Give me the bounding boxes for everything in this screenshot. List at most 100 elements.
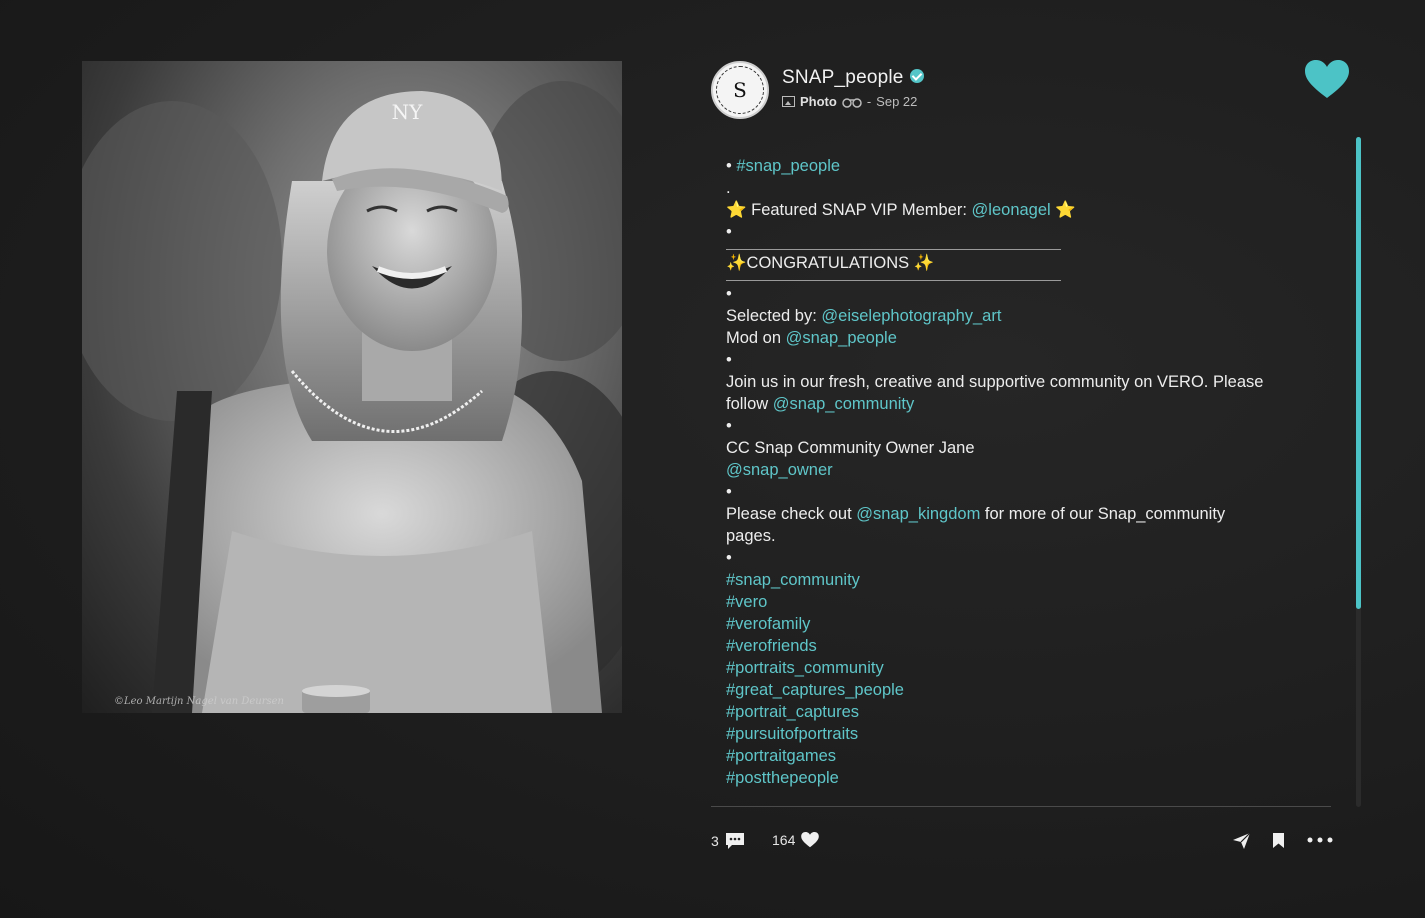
share-icon (1233, 832, 1251, 849)
caption-text: • (726, 285, 732, 303)
post-photo[interactable]: NY ©Leo Martijn Nagel van Deursen (82, 61, 622, 713)
caption-line: . (726, 177, 1326, 199)
caption-line: #great_captures_people (726, 679, 1326, 701)
meta-separator: - (866, 94, 872, 109)
heart-icon[interactable] (1305, 60, 1349, 100)
hashtag-link[interactable]: #portrait_captures (726, 703, 859, 721)
like-icon (801, 832, 820, 848)
caption-text: follow (726, 395, 773, 413)
caption-line (726, 249, 1326, 250)
photo-type-icon (782, 96, 795, 107)
hashtag-link[interactable]: #postthepeople (726, 769, 839, 787)
post-date: Sep 22 (876, 94, 918, 109)
likes-count: 164 (772, 832, 796, 848)
hashtag-link[interactable]: #verofriends (726, 637, 817, 655)
avatar[interactable]: S (711, 61, 769, 119)
caption-text: . (726, 179, 731, 197)
caption-line: #portrait_captures (726, 701, 1326, 723)
scrollbar-thumb[interactable] (1356, 137, 1361, 609)
mention-link[interactable]: @snap_community (773, 395, 914, 413)
caption-line: • (726, 283, 1326, 305)
post-caption: • #snap_people. ⭐ Featured SNAP VIP Membe… (726, 155, 1326, 805)
caption-text: Join us in our fresh, creative and suppo… (726, 373, 1264, 391)
caption-text: pages. (726, 527, 776, 545)
caption-text: ✨CONGRATULATIONS ✨ (726, 254, 935, 272)
caption-text: • (726, 223, 732, 241)
likes-button[interactable]: 164 (772, 832, 820, 848)
bookmark-button[interactable] (1272, 832, 1285, 849)
hashtag-link[interactable]: #portraitgames (726, 747, 836, 765)
mention-link[interactable]: @eiselephotography_art (821, 307, 1001, 325)
comment-icon (725, 833, 744, 849)
caption-line: • (726, 481, 1326, 503)
hashtag-link[interactable]: #snap_community (726, 571, 860, 589)
caption-line: • (726, 221, 1326, 243)
caption-text: • (726, 417, 732, 435)
hashtag-link[interactable]: #pursuitofportraits (726, 725, 858, 743)
hashtag-link[interactable]: #vero (726, 593, 767, 611)
caption-text: for more of our Snap_community (980, 505, 1226, 523)
caption-line: Join us in our fresh, creative and suppo… (726, 371, 1326, 393)
hashtag-link[interactable]: #portraits_community (726, 659, 884, 677)
caption-line: Please check out @snap_kingdom for more … (726, 503, 1326, 525)
caption-text: ⭐ Featured SNAP VIP Member: (726, 201, 972, 219)
mention-link[interactable]: @snap_people (786, 329, 897, 347)
username[interactable]: SNAP_people (782, 67, 904, 88)
avatar-logo: S (733, 78, 747, 102)
more-options-button[interactable] (1307, 832, 1333, 848)
binoculars-icon (842, 97, 862, 108)
caption-line: #pursuitofportraits (726, 723, 1326, 745)
caption-text: • (726, 157, 737, 175)
caption-line: • #snap_people (726, 155, 1326, 177)
post-meta: Photo - Sep 22 (782, 94, 917, 109)
caption-line (726, 280, 1326, 281)
mention-link[interactable]: @snap_owner (726, 461, 833, 479)
caption-scrollbar[interactable] (1356, 137, 1361, 807)
post-type: Photo (800, 94, 837, 109)
caption-line: • (726, 547, 1326, 569)
mention-link[interactable]: @snap_kingdom (856, 505, 980, 523)
caption-rule (726, 280, 1061, 281)
caption-line: #portraits_community (726, 657, 1326, 679)
caption-text: • (726, 549, 732, 567)
caption-line: • (726, 415, 1326, 437)
caption-line: #portraitgames (726, 745, 1326, 767)
caption-line: #verofriends (726, 635, 1326, 657)
caption-line: CC Snap Community Owner Jane (726, 437, 1326, 459)
caption-line: • (726, 349, 1326, 371)
caption-line: #snap_community (726, 569, 1326, 591)
username-row[interactable]: SNAP_people (782, 67, 924, 89)
caption-text: Please check out (726, 505, 857, 523)
caption-text: ⭐ (1050, 201, 1076, 219)
caption-text: Selected by: (726, 307, 822, 325)
photo-illustration: NY (82, 81, 622, 713)
caption-line: Mod on @snap_people (726, 327, 1326, 349)
bookmark-icon (1273, 833, 1284, 848)
caption-line: Selected by: @eiselephotography_art (726, 305, 1326, 327)
share-button[interactable] (1232, 832, 1251, 850)
divider (711, 806, 1331, 807)
caption-line: pages. (726, 525, 1326, 547)
photo-watermark: ©Leo Martijn Nagel van Deursen (114, 696, 284, 707)
action-bar: 3 164 (711, 832, 1336, 858)
verified-icon (909, 68, 924, 83)
mention-link[interactable]: @leonagel (972, 201, 1051, 219)
caption-rule (726, 249, 1061, 250)
svg-text:NY: NY (392, 100, 424, 124)
caption-text: CC Snap Community Owner Jane (726, 439, 975, 457)
hashtag-link[interactable]: #great_captures_people (726, 681, 904, 699)
more-icon (1307, 837, 1333, 843)
hashtag-link[interactable]: #verofamily (726, 615, 810, 633)
caption-line: ⭐ Featured SNAP VIP Member: @leonagel ⭐ (726, 199, 1326, 221)
caption-text: • (726, 351, 732, 369)
post-header: S SNAP_people Photo - Sep 22 (711, 61, 1351, 119)
caption-line: ✨CONGRATULATIONS ✨ (726, 252, 1326, 274)
caption-line: @snap_owner (726, 459, 1326, 481)
caption-text: • (726, 483, 732, 501)
caption-line: follow @snap_community (726, 393, 1326, 415)
caption-line: #verofamily (726, 613, 1326, 635)
caption-line: #postthepeople (726, 767, 1326, 789)
comments-button[interactable]: 3 (711, 832, 745, 850)
caption-text: Mod on (726, 329, 786, 347)
hashtag-link[interactable]: #snap_people (736, 157, 840, 175)
